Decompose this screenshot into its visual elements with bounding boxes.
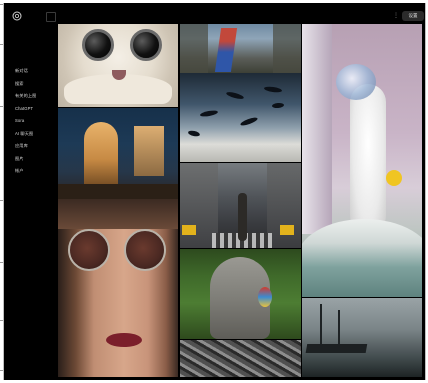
bubble-monster-body [350, 84, 386, 234]
dolphin-shape [225, 90, 245, 101]
dolphin-shape [263, 85, 283, 94]
sidebar-nav: 新对话 搜索 有关的上图 ChatGPT Sora AI 聊天图 应用库 图片 … [15, 65, 61, 178]
bathroom-window [302, 24, 332, 234]
statue-parrot-image[interactable] [180, 249, 301, 339]
sidebar-toggle-icon[interactable] [46, 12, 56, 22]
woman-hair [58, 199, 178, 229]
shop-ground [58, 184, 178, 199]
cute-creature-image[interactable] [58, 24, 178, 107]
walking-figure [238, 193, 247, 241]
sidebar-item-images[interactable]: 图片 [15, 153, 61, 166]
rubber-duck [386, 170, 402, 186]
sidebar-item-sora[interactable]: Sora [15, 115, 61, 128]
openai-logo-icon[interactable] [12, 11, 22, 21]
sidebar-item-chatgpt[interactable]: ChatGPT [15, 103, 61, 116]
settings-button[interactable]: 设置 [402, 11, 424, 21]
more-vertical-icon[interactable]: ⋮ [393, 11, 399, 21]
storm-wave [302, 353, 422, 377]
parrot [258, 287, 272, 307]
taxi [280, 225, 294, 235]
dolphins-sky-image[interactable] [180, 73, 301, 162]
woman-round-glasses-image[interactable] [58, 199, 178, 377]
dolphin-shape [239, 116, 259, 127]
creature-eye-left [82, 29, 114, 61]
glasses-lens-right [124, 229, 166, 271]
bubble-monster-head [336, 64, 376, 100]
taxi [182, 225, 196, 235]
sidebar-item-related[interactable]: 有关的上图 [15, 90, 61, 103]
creature-eye-right [130, 29, 162, 61]
dolphin-shape [199, 109, 219, 118]
building-right [267, 163, 301, 248]
street-flag-image[interactable] [180, 24, 301, 73]
woman-lips [106, 333, 142, 347]
ship-storm-image[interactable] [302, 298, 422, 377]
city-street-image[interactable] [180, 163, 301, 248]
shop-window-night-image[interactable] [58, 108, 178, 199]
building-right [273, 24, 301, 73]
sidebar-item-account[interactable]: 帐户 [15, 165, 61, 178]
sidebar-item-library[interactable]: 应用库 [15, 140, 61, 153]
sidebar-item-search[interactable]: 搜索 [15, 78, 61, 91]
dolphin-shape [271, 102, 285, 109]
sidebar-item-ai-chat[interactable]: AI 聊天图 [15, 128, 61, 141]
tree-roots-image[interactable] [180, 340, 301, 377]
sidebar-item-new-chat[interactable]: 新对话 [15, 65, 61, 78]
hanging-flag [214, 28, 238, 72]
dolphin-shape [187, 129, 201, 138]
bubble-monster-bath-image[interactable] [302, 24, 422, 297]
glasses-lens-left [68, 229, 110, 271]
shop-doorway [84, 122, 118, 184]
bathtub [302, 219, 422, 297]
building-left [180, 24, 208, 73]
shop-window [134, 126, 164, 176]
